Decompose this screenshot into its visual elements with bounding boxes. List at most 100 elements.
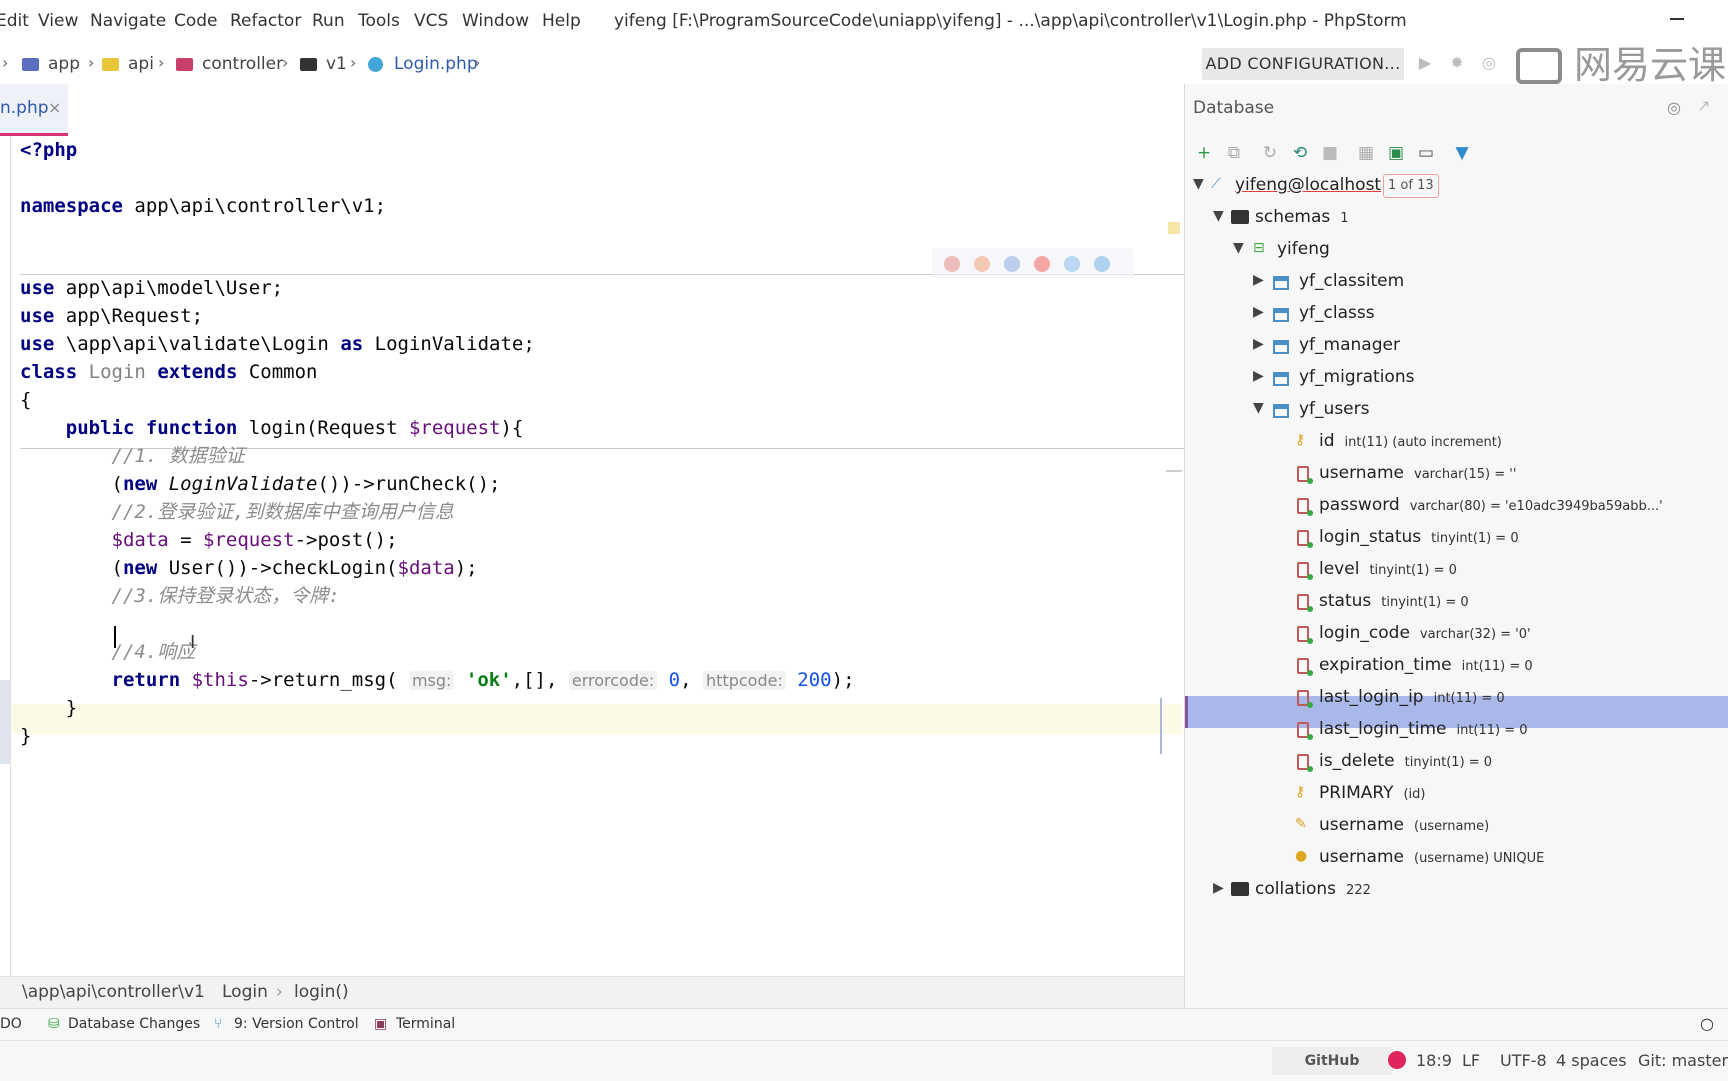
todo-tool-button[interactable]: DO: [0, 1016, 22, 1032]
collations-node[interactable]: collations 222: [1255, 874, 1371, 904]
menu-window[interactable]: Window: [462, 11, 529, 31]
menu-navigate[interactable]: Navigate: [90, 11, 166, 31]
chevron-right-icon[interactable]: ▶: [1253, 272, 1264, 288]
database-changes-tool-button[interactable]: Database Changes: [68, 1016, 200, 1032]
table-node-yf-users[interactable]: yf_users: [1299, 394, 1369, 424]
chevron-right-icon: ›: [276, 982, 283, 1002]
breadcrumb-method[interactable]: login(): [294, 982, 349, 1002]
column-node[interactable]: level tinyint(1) = 0: [1319, 554, 1457, 584]
chevron-down-icon[interactable]: ▼: [1253, 400, 1264, 416]
column-node[interactable]: id int(11) (auto increment): [1319, 426, 1502, 456]
version-control-tool-button[interactable]: 9: Version Control: [234, 1016, 359, 1032]
caret-position[interactable]: 18:9: [1416, 1051, 1452, 1070]
chrome-icon[interactable]: [944, 256, 960, 272]
opera-icon[interactable]: [1034, 256, 1050, 272]
schema-pager[interactable]: 1 of 13: [1383, 174, 1439, 198]
table-node[interactable]: yf_classitem: [1299, 266, 1404, 296]
refresh-icon[interactable]: ↻: [1259, 142, 1281, 164]
chevron-down-icon[interactable]: ▼: [1233, 240, 1244, 256]
menu-help[interactable]: Help: [542, 11, 581, 31]
search-icon[interactable]: ○: [1700, 1014, 1714, 1033]
breadcrumb-controller[interactable]: controller: [202, 54, 283, 74]
package-folder-icon: [102, 58, 119, 71]
chevron-down-icon[interactable]: ▼: [1193, 176, 1204, 192]
breadcrumb-app[interactable]: app: [48, 54, 80, 74]
menu-tools[interactable]: Tools: [358, 11, 400, 31]
key-node-primary[interactable]: PRIMARY (id): [1319, 778, 1426, 808]
edit-source-icon[interactable]: ▣: [1385, 142, 1407, 164]
editor-tab-login-php[interactable]: n.php ×: [0, 84, 68, 136]
unique-key-node[interactable]: username (username) UNIQUE: [1319, 842, 1544, 872]
menu-code[interactable]: Code: [174, 11, 218, 31]
menu-view[interactable]: View: [38, 11, 78, 31]
filter-icon[interactable]: ▼: [1451, 142, 1473, 164]
column-node[interactable]: last_login_ip int(11) = 0: [1319, 682, 1505, 712]
breadcrumb-login-php[interactable]: Login.php: [394, 54, 478, 74]
add-icon[interactable]: +: [1193, 142, 1215, 164]
copy-icon[interactable]: ⧉: [1223, 142, 1245, 164]
code-line: //4.响应: [20, 641, 196, 663]
column-node[interactable]: login_status tinyint(1) = 0: [1319, 522, 1519, 552]
column-node[interactable]: login_code varchar(32) = '0': [1319, 618, 1531, 648]
connection-node[interactable]: yifeng@localhost: [1235, 170, 1381, 200]
file-encoding[interactable]: UTF-8: [1500, 1051, 1547, 1070]
code-editor[interactable]: n.php × <?php namespace app\api\controll…: [0, 84, 1184, 976]
console-icon[interactable]: ▭: [1415, 142, 1437, 164]
chevron-down-icon[interactable]: ▼: [1213, 208, 1224, 224]
column-node[interactable]: is_delete tinyint(1) = 0: [1319, 746, 1492, 776]
line-separator[interactable]: LF: [1462, 1051, 1480, 1070]
breadcrumb-v1[interactable]: v1: [326, 54, 347, 74]
indent-setting[interactable]: 4 spaces: [1556, 1051, 1627, 1070]
terminal-tool-button[interactable]: Terminal: [396, 1016, 455, 1032]
scrollbar-thumb[interactable]: [1160, 698, 1162, 754]
edge-icon[interactable]: [1094, 256, 1110, 272]
menu-refactor[interactable]: Refactor: [230, 11, 301, 31]
inspection-status-icon[interactable]: [1168, 222, 1180, 234]
menu-vcs[interactable]: VCS: [414, 11, 448, 31]
unique-key-icon: ●: [1295, 848, 1308, 864]
git-branch[interactable]: Git: master: [1638, 1051, 1728, 1070]
code-line: //1. 数据验证: [20, 445, 245, 467]
column-node[interactable]: password varchar(80) = 'e10adc3949ba59abb…: [1319, 490, 1663, 520]
table-node[interactable]: yf_migrations: [1299, 362, 1414, 392]
schemas-node[interactable]: schemas 1: [1255, 202, 1349, 232]
column-node[interactable]: expiration_time int(11) = 0: [1319, 650, 1533, 680]
editor-breadcrumb: \app\api\controller\v1 › Login › login(): [0, 976, 1184, 1009]
close-icon[interactable]: ×: [48, 98, 61, 117]
index-node[interactable]: username (username): [1319, 810, 1489, 840]
table-node[interactable]: yf_classs: [1299, 298, 1375, 328]
minimize-button[interactable]: [1668, 6, 1688, 30]
firefox-icon[interactable]: [974, 256, 990, 272]
chevron-right-icon[interactable]: ▶: [1213, 880, 1224, 896]
safari-icon[interactable]: [1004, 256, 1020, 272]
column-icon: [1297, 530, 1313, 548]
coverage-icon[interactable]: ◎: [1478, 52, 1500, 74]
menu-run[interactable]: Run: [312, 11, 345, 31]
debug-icon[interactable]: ✹: [1446, 52, 1468, 74]
column-node[interactable]: username varchar(15) = '': [1319, 458, 1516, 488]
code-line: //3.保持登录状态，令牌:: [20, 585, 340, 607]
github-widget[interactable]: GitHub: [1272, 1047, 1392, 1075]
breadcrumb-namespace[interactable]: \app\api\controller\v1: [22, 982, 205, 1002]
chevron-right-icon[interactable]: ▶: [1253, 304, 1264, 320]
breadcrumb-class[interactable]: Login: [222, 982, 268, 1002]
ie-icon[interactable]: [1064, 256, 1080, 272]
settings-icon[interactable]: ◎: [1667, 98, 1681, 117]
stop-icon[interactable]: ■: [1319, 142, 1341, 164]
schema-sync-icon[interactable]: ⟲: [1289, 142, 1311, 164]
table-icon[interactable]: ▦: [1355, 142, 1377, 164]
schema-node-yifeng[interactable]: yifeng: [1277, 234, 1330, 264]
connection-icon: ⟋: [1211, 176, 1221, 192]
run-icon[interactable]: ▶: [1414, 52, 1436, 74]
table-icon: [1273, 340, 1289, 354]
add-configuration-button[interactable]: ADD CONFIGURATION...: [1202, 48, 1404, 80]
breadcrumb-api[interactable]: api: [128, 54, 154, 74]
event-log-icon[interactable]: [1388, 1051, 1406, 1069]
menu-edit[interactable]: Edit: [0, 11, 29, 31]
chevron-right-icon[interactable]: ▶: [1253, 336, 1264, 352]
chevron-right-icon[interactable]: ▶: [1253, 368, 1264, 384]
column-node[interactable]: last_login_time int(11) = 0: [1319, 714, 1528, 744]
hide-icon[interactable]: ↗: [1697, 96, 1710, 115]
table-node[interactable]: yf_manager: [1299, 330, 1400, 360]
column-node[interactable]: status tinyint(1) = 0: [1319, 586, 1469, 616]
